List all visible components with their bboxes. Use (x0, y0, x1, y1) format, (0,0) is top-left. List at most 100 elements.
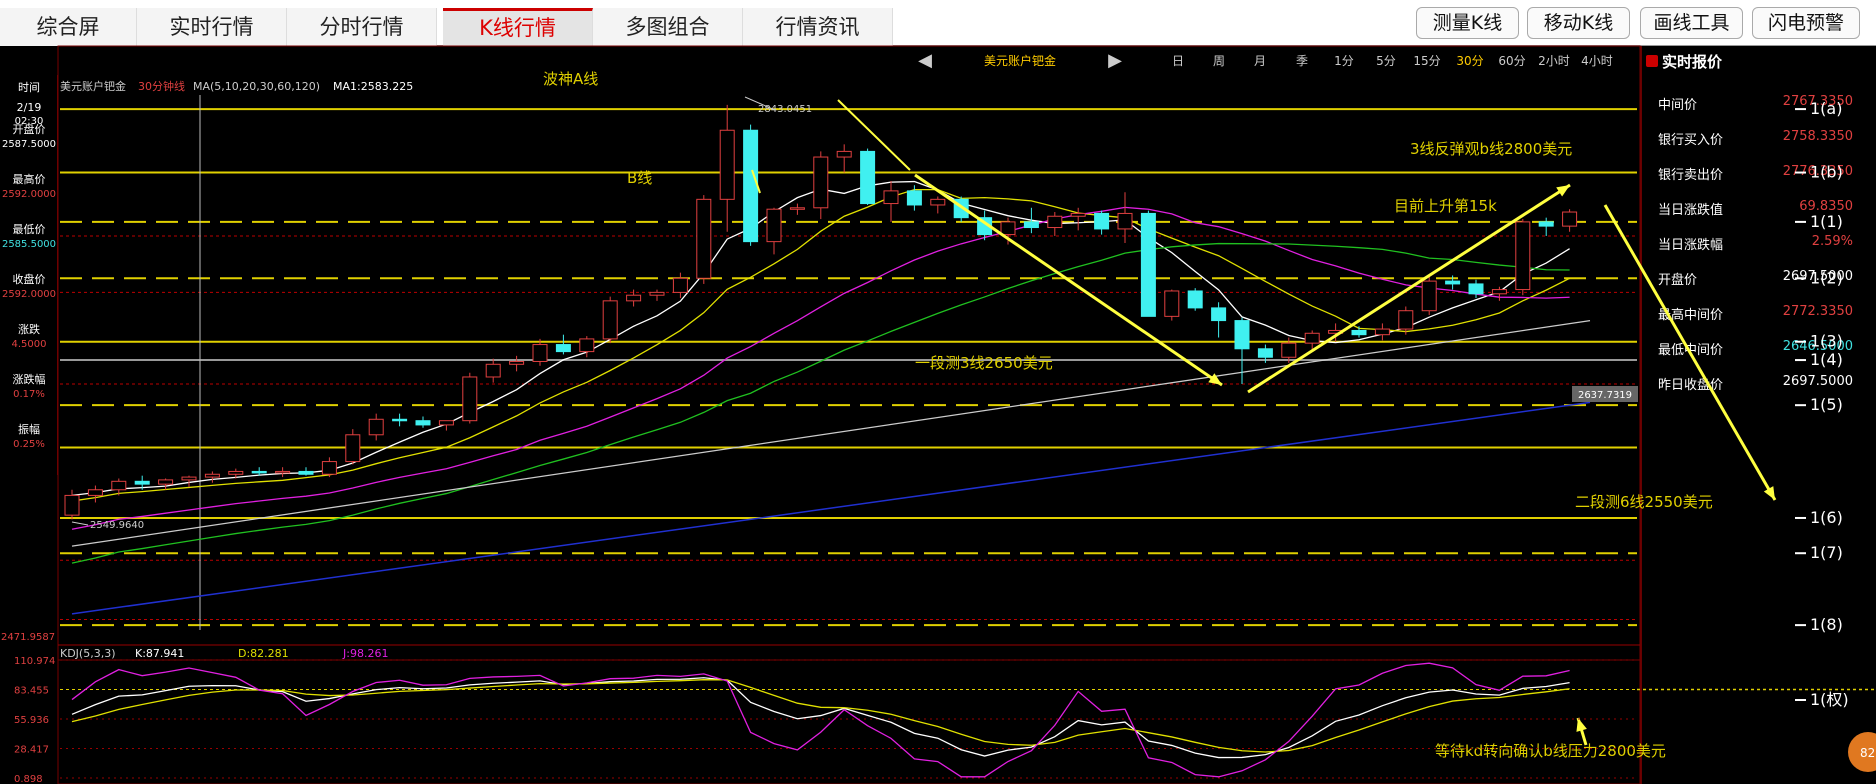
kdj-d: D:82.281 (238, 647, 289, 660)
kdj-axis-label: 28.417 (14, 745, 49, 756)
candle-body (64, 494, 80, 516)
kdj-axis-label: 83.455 (14, 686, 49, 697)
low-pointer (71, 521, 89, 526)
annotation-5: 等待kd转向确认b线压力2800美元 (1435, 742, 1666, 760)
kdj-axis-label: 110.974 (14, 656, 55, 667)
ma-line-20 (71, 206, 1570, 530)
kdj-k: K:87.941 (135, 647, 184, 660)
candle-body (509, 360, 525, 365)
kdj-j-line (71, 662, 1570, 778)
candle-body (321, 461, 337, 475)
period-1[interactable]: 周 (1213, 54, 1225, 68)
candle-body (438, 420, 454, 426)
level-label: 1(b) (1810, 163, 1843, 182)
period-10[interactable]: 4小时 (1581, 54, 1613, 68)
candle-body (743, 129, 759, 243)
level-label: 1(8) (1810, 615, 1843, 634)
level-label: 1(3) (1810, 332, 1843, 351)
period-2[interactable]: 月 (1254, 54, 1266, 68)
candle-body (860, 150, 876, 205)
period-6[interactable]: 15分 (1413, 54, 1440, 68)
candle-body (1047, 215, 1063, 229)
candle-body (1140, 212, 1156, 317)
candle-body (1491, 289, 1507, 295)
candle-body (1398, 310, 1414, 330)
period-8[interactable]: 60分 (1498, 54, 1525, 68)
line-label-a: 波神A线 (543, 70, 598, 88)
badge-text: 82 (1860, 746, 1875, 760)
axis-bottom-price: 2471.9587 (1, 632, 55, 643)
candle-body (181, 476, 197, 481)
period-9[interactable]: 2小时 (1538, 54, 1570, 68)
period-7[interactable]: 30分 (1456, 54, 1483, 68)
kdj-params: KDJ(5,3,3) (60, 647, 116, 660)
level-label: 1(权) (1810, 690, 1849, 709)
candle-body (228, 470, 244, 475)
candle-body (649, 291, 665, 296)
candle-body (789, 207, 805, 210)
kdj-axis-label: 0.898 (14, 774, 43, 784)
candle-body (368, 418, 384, 436)
candle-body (251, 470, 267, 474)
candle-body (1234, 320, 1250, 350)
candle-body (1468, 283, 1484, 295)
candle-body (1211, 307, 1227, 322)
candle-body (1070, 212, 1086, 217)
candle-body (1421, 280, 1437, 312)
level-label: 1(a) (1810, 99, 1842, 118)
candle-body (672, 277, 688, 293)
line-label-b: B线 (627, 169, 652, 187)
candle-body (1562, 211, 1578, 227)
annotation-1: 一段测3线2650美元 (915, 354, 1053, 372)
candle-body (111, 480, 127, 491)
candle-body (1515, 221, 1531, 291)
candle-body (836, 150, 852, 158)
candle-body (392, 418, 408, 422)
candle-body (275, 470, 291, 474)
low-price-mark: 2549.9640 (90, 520, 144, 531)
ma-line-120 (71, 401, 1591, 615)
candle-body (134, 480, 150, 485)
candle-body (158, 479, 174, 485)
candle-body (813, 156, 829, 209)
kline-chart[interactable]: ◀ 美元账户钯金 ▶ 日周月季 1分 5分 15分 30分 60分 2小时 4小时美元账户钯金 30分… (0, 0, 1876, 784)
candle-body (1117, 212, 1133, 230)
candle-body (1187, 290, 1203, 309)
level-label: 1(6) (1810, 508, 1843, 527)
chart-symbol: 美元账户钯金 (60, 79, 126, 93)
level-label: 1(5) (1810, 395, 1843, 414)
annotation-3: 目前上升第15k (1394, 197, 1497, 215)
candle-body (766, 208, 782, 243)
candle-body (87, 489, 103, 496)
period-4[interactable]: 1分 (1334, 54, 1354, 68)
period-3[interactable]: 季 (1296, 54, 1308, 68)
period-5[interactable]: 5分 (1376, 54, 1396, 68)
candle-body (345, 434, 361, 463)
candle-body (204, 473, 220, 478)
next-arrow-icon[interactable]: ▶ (1108, 50, 1122, 71)
ma1-value: MA1:2583.225 (333, 80, 413, 93)
chart-period: 30分钟线 (138, 79, 185, 93)
candle-body (532, 344, 548, 362)
period-0[interactable]: 日 (1172, 54, 1184, 68)
candle-body (1445, 280, 1461, 285)
annotation-2: 3线反弹观b线2800美元 (1410, 140, 1572, 158)
candle-body (1164, 290, 1180, 317)
ma-line-30 (71, 242, 1570, 564)
candle-body (602, 300, 618, 340)
candle-body (485, 363, 501, 378)
nav-symbol: 美元账户钯金 (984, 53, 1056, 68)
candle-body (1374, 328, 1390, 336)
candle-body (906, 190, 922, 206)
prev-arrow-icon[interactable]: ◀ (918, 50, 932, 71)
candle-body (626, 294, 642, 302)
kd-arrow-head (1576, 718, 1587, 732)
candle-body (1094, 212, 1110, 230)
candle-body (1023, 221, 1039, 229)
level-label: 1(7) (1810, 543, 1843, 562)
ma-params: MA(5,10,20,30,60,120) (193, 80, 320, 93)
candle-body (1538, 221, 1554, 227)
candle-body (1000, 221, 1016, 236)
current-price: 2637.7319 (1578, 390, 1632, 401)
candle-body (1351, 329, 1367, 336)
